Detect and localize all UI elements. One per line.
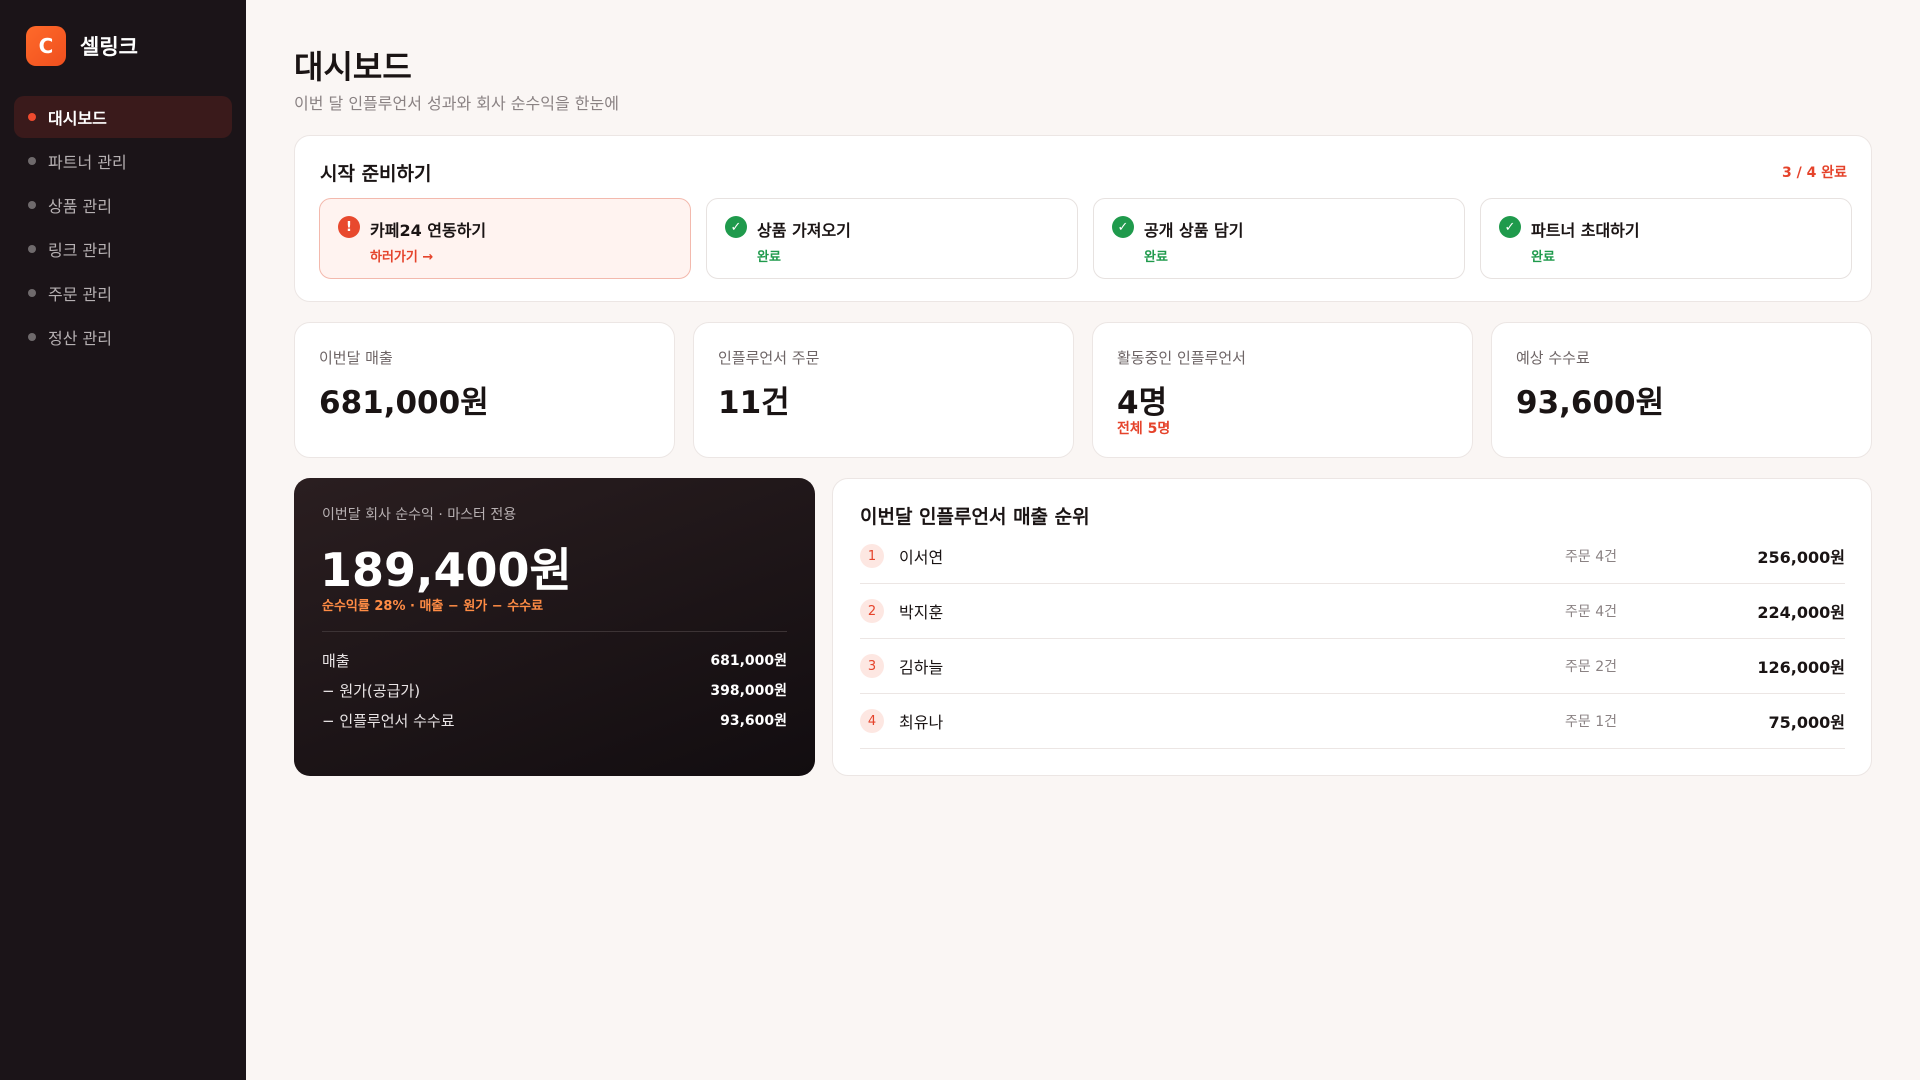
divider bbox=[322, 631, 787, 632]
alert-circle-icon: ! bbox=[338, 216, 360, 238]
profit-row-amount: 398,000원 bbox=[710, 683, 787, 699]
order-count: 주문 2건 bbox=[1565, 659, 1617, 675]
sales-amount: 256,000원 bbox=[1757, 548, 1845, 567]
page-title: 대시보드 bbox=[294, 48, 412, 86]
sidebar-item-dashboard[interactable]: 대시보드 bbox=[14, 96, 232, 138]
step-import-products[interactable]: ✓ 상품 가져오기 완료 bbox=[706, 198, 1078, 279]
sidebar-item-products[interactable]: 상품 관리 bbox=[14, 184, 232, 226]
sales-amount: 224,000원 bbox=[1757, 603, 1845, 622]
stat-value: 93,600원 bbox=[1516, 385, 1665, 421]
setup-title: 시작 준비하기 bbox=[320, 163, 432, 185]
nav-dot-icon bbox=[28, 201, 36, 209]
order-count: 주문 1건 bbox=[1565, 714, 1617, 730]
stat-card-expected-commission: 예상 수수료 93,600원 bbox=[1491, 322, 1872, 458]
stat-sub: 전체 5명 bbox=[1117, 421, 1171, 437]
profit-row-label: − 원가(공급가) bbox=[322, 682, 421, 700]
step-action-link[interactable]: 하러가기 → bbox=[370, 246, 433, 265]
check-circle-icon: ✓ bbox=[725, 216, 747, 238]
profit-row-amount: 681,000원 bbox=[710, 653, 787, 669]
profit-row-commission: − 인플루언서 수수료 93,600원 bbox=[322, 710, 787, 731]
stat-value: 4명 bbox=[1117, 385, 1168, 421]
sales-amount: 126,000원 bbox=[1757, 658, 1845, 677]
sidebar-item-links[interactable]: 링크 관리 bbox=[14, 228, 232, 270]
step-name: 공개 상품 담기 bbox=[1144, 221, 1244, 240]
rank-badge: 4 bbox=[860, 709, 884, 733]
nav-dot-icon bbox=[28, 333, 36, 341]
sales-amount: 75,000원 bbox=[1768, 713, 1845, 732]
sidebar-item-label: 주문 관리 bbox=[48, 285, 112, 304]
sidebar: C 셀링크 대시보드 파트너 관리 상품 관리 링크 관리 주문 관리 정산 관… bbox=[0, 0, 246, 1080]
ranking-row[interactable]: 4 최유나 주문 1건 75,000원 bbox=[860, 694, 1845, 749]
profit-formula: 순수익률 28% · 매출 − 원가 − 수수료 bbox=[322, 599, 544, 614]
step-status: 완료 bbox=[1531, 250, 1555, 265]
rank-badge: 2 bbox=[860, 599, 884, 623]
nav-dot-icon bbox=[28, 113, 36, 121]
profit-row-amount: 93,600원 bbox=[720, 713, 787, 729]
sidebar-item-label: 대시보드 bbox=[48, 109, 107, 128]
step-name: 상품 가져오기 bbox=[757, 221, 851, 240]
influencer-ranking-card: 이번달 인플루언서 매출 순위 1 이서연 주문 4건 256,000원 2 박… bbox=[832, 478, 1872, 776]
net-profit-card: 이번달 회사 순수익 · 마스터 전용 189,400원 순수익률 28% · … bbox=[294, 478, 815, 776]
ranking-row[interactable]: 2 박지훈 주문 4건 224,000원 bbox=[860, 584, 1845, 639]
stat-card-influencer-orders: 인플루언서 주문 11건 bbox=[693, 322, 1074, 458]
influencer-name: 박지훈 bbox=[899, 603, 944, 622]
step-invite-partners[interactable]: ✓ 파트너 초대하기 완료 bbox=[1480, 198, 1852, 279]
check-circle-icon: ✓ bbox=[1112, 216, 1134, 238]
setup-steps: ! 카페24 연동하기 하러가기 → ✓ 상품 가져오기 완료 ✓ 공개 상품 … bbox=[319, 198, 1852, 279]
stat-label: 이번달 매출 bbox=[319, 349, 393, 367]
influencer-name: 김하늘 bbox=[899, 658, 944, 677]
page-subtitle: 이번 달 인플루언서 성과와 회사 순수익을 한눈에 bbox=[294, 94, 619, 113]
profit-row-label: − 인플루언서 수수료 bbox=[322, 712, 455, 730]
brand-logo: C bbox=[26, 26, 66, 66]
rank-badge: 1 bbox=[860, 544, 884, 568]
stat-label: 예상 수수료 bbox=[1516, 349, 1590, 367]
influencer-name: 이서연 bbox=[899, 548, 944, 567]
stat-card-active-influencers: 활동중인 인플루언서 4명 전체 5명 bbox=[1092, 322, 1473, 458]
stat-label: 인플루언서 주문 bbox=[718, 349, 820, 367]
nav-dot-icon bbox=[28, 245, 36, 253]
brand-name: 셀링크 bbox=[80, 35, 138, 59]
ranking-title: 이번달 인플루언서 매출 순위 bbox=[860, 506, 1090, 528]
ranking-row[interactable]: 3 김하늘 주문 2건 126,000원 bbox=[860, 639, 1845, 694]
sidebar-item-label: 정산 관리 bbox=[48, 329, 112, 348]
stat-value: 11건 bbox=[718, 385, 790, 421]
step-status: 완료 bbox=[757, 250, 781, 265]
ranking-row[interactable]: 1 이서연 주문 4건 256,000원 bbox=[860, 529, 1845, 584]
setup-card: 시작 준비하기 3 / 4 완료 ! 카페24 연동하기 하러가기 → ✓ 상품… bbox=[294, 135, 1872, 302]
sidebar-item-orders[interactable]: 주문 관리 bbox=[14, 272, 232, 314]
order-count: 주문 4건 bbox=[1565, 549, 1617, 565]
profit-value: 189,400원 bbox=[320, 543, 572, 597]
step-status: 완료 bbox=[1144, 250, 1168, 265]
sidebar-item-label: 링크 관리 bbox=[48, 241, 112, 260]
nav-dot-icon bbox=[28, 289, 36, 297]
step-cafe24[interactable]: ! 카페24 연동하기 하러가기 → bbox=[319, 198, 691, 279]
setup-progress: 3 / 4 완료 bbox=[1782, 165, 1847, 181]
influencer-name: 최유나 bbox=[899, 713, 944, 732]
brand[interactable]: C 셀링크 bbox=[26, 26, 138, 66]
sidebar-item-label: 파트너 관리 bbox=[48, 153, 127, 172]
stat-card-monthly-sales: 이번달 매출 681,000원 bbox=[294, 322, 675, 458]
sidebar-item-label: 상품 관리 bbox=[48, 197, 112, 216]
sidebar-item-partners[interactable]: 파트너 관리 bbox=[14, 140, 232, 182]
order-count: 주문 4건 bbox=[1565, 604, 1617, 620]
sidebar-item-settlement[interactable]: 정산 관리 bbox=[14, 316, 232, 358]
step-public-products[interactable]: ✓ 공개 상품 담기 완료 bbox=[1093, 198, 1465, 279]
profit-row-sales: 매출 681,000원 bbox=[322, 650, 787, 671]
step-name: 파트너 초대하기 bbox=[1531, 221, 1640, 240]
stat-value: 681,000원 bbox=[319, 385, 489, 421]
step-name: 카페24 연동하기 bbox=[370, 221, 487, 240]
nav-dot-icon bbox=[28, 157, 36, 165]
stat-label: 활동중인 인플루언서 bbox=[1117, 349, 1246, 367]
rank-badge: 3 bbox=[860, 654, 884, 678]
profit-label: 이번달 회사 순수익 · 마스터 전용 bbox=[322, 507, 517, 523]
sidebar-nav: 대시보드 파트너 관리 상품 관리 링크 관리 주문 관리 정산 관리 bbox=[14, 96, 232, 360]
profit-row-cost: − 원가(공급가) 398,000원 bbox=[322, 680, 787, 701]
profit-row-label: 매출 bbox=[322, 652, 350, 670]
check-circle-icon: ✓ bbox=[1499, 216, 1521, 238]
